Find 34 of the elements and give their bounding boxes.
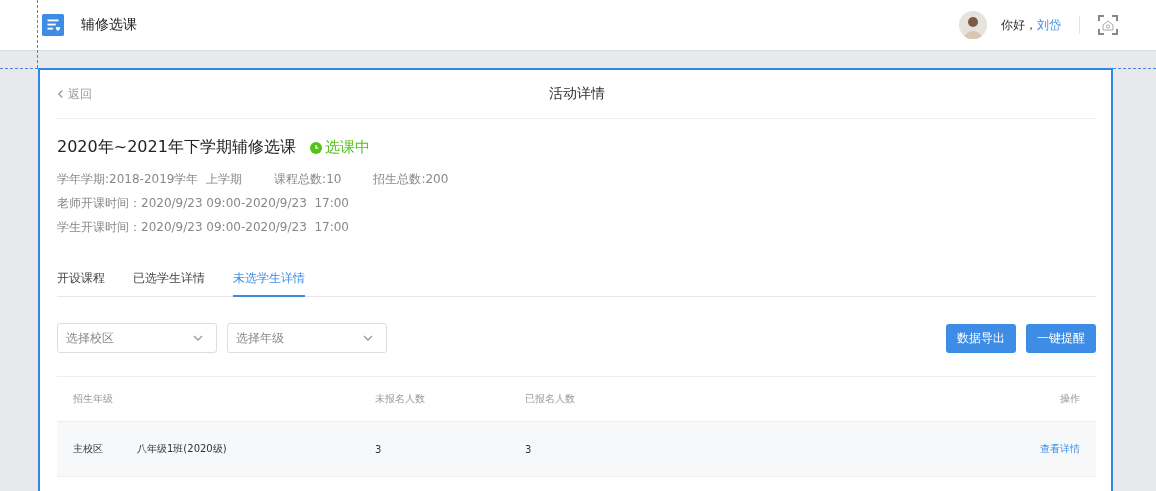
status-label: 选课中 [309, 138, 370, 157]
back-link[interactable]: 返回 [57, 85, 92, 103]
column-header: 招生年级 [72, 392, 114, 406]
select-field[interactable]: 选择年级 [227, 323, 387, 353]
scan-icon[interactable] [1098, 15, 1118, 35]
page-title: 活动详情 [548, 85, 605, 103]
user-name-link[interactable]: 刘岱 [1037, 16, 1061, 34]
chevron-left-icon [57, 89, 64, 99]
table-cell-text: 3 [374, 443, 383, 455]
list-icon [42, 14, 64, 36]
info-text: 招生总数:200 [373, 171, 449, 188]
chevron-down-icon [363, 335, 373, 341]
app-title: 辅修选课 [81, 16, 137, 34]
info-text: 学年学期:2018-2019学年 上学期 [57, 171, 243, 188]
column-header: 未报名人数 [374, 392, 426, 406]
action-button[interactable]: 数据导出 [946, 323, 1016, 353]
table-cell-text: 主校区 [72, 442, 104, 456]
select-field[interactable]: 选择校区 [57, 323, 217, 353]
info-text: 老师开课时间：2020/9/23 09:00-2020/9/23 17:00 [57, 196, 349, 210]
chevron-down-icon [193, 335, 203, 341]
avatar [959, 11, 987, 39]
greeting: 你好， [1001, 16, 1037, 34]
tab[interactable]: 已选学生详情 [133, 270, 205, 297]
column-header: 操作 [1059, 392, 1081, 406]
table-cell-text: 八年级1班(2020级) [137, 442, 228, 456]
table-cell-text: 3 [524, 443, 533, 455]
info-text: 课程总数:10 [274, 171, 342, 188]
tab[interactable]: 开设课程 [57, 270, 105, 297]
column-header: 已报名人数 [524, 392, 576, 406]
view-details-link[interactable]: 查看详情 [1006, 442, 1096, 456]
action-button[interactable]: 一键提醒 [1026, 323, 1096, 353]
activity-title: 2020年~2021年下学期辅修选课 [57, 137, 296, 158]
info-text: 学生开课时间：2020/9/23 09:00-2020/9/23 17:00 [57, 220, 349, 234]
tab[interactable]: 未选学生详情 [233, 270, 305, 297]
